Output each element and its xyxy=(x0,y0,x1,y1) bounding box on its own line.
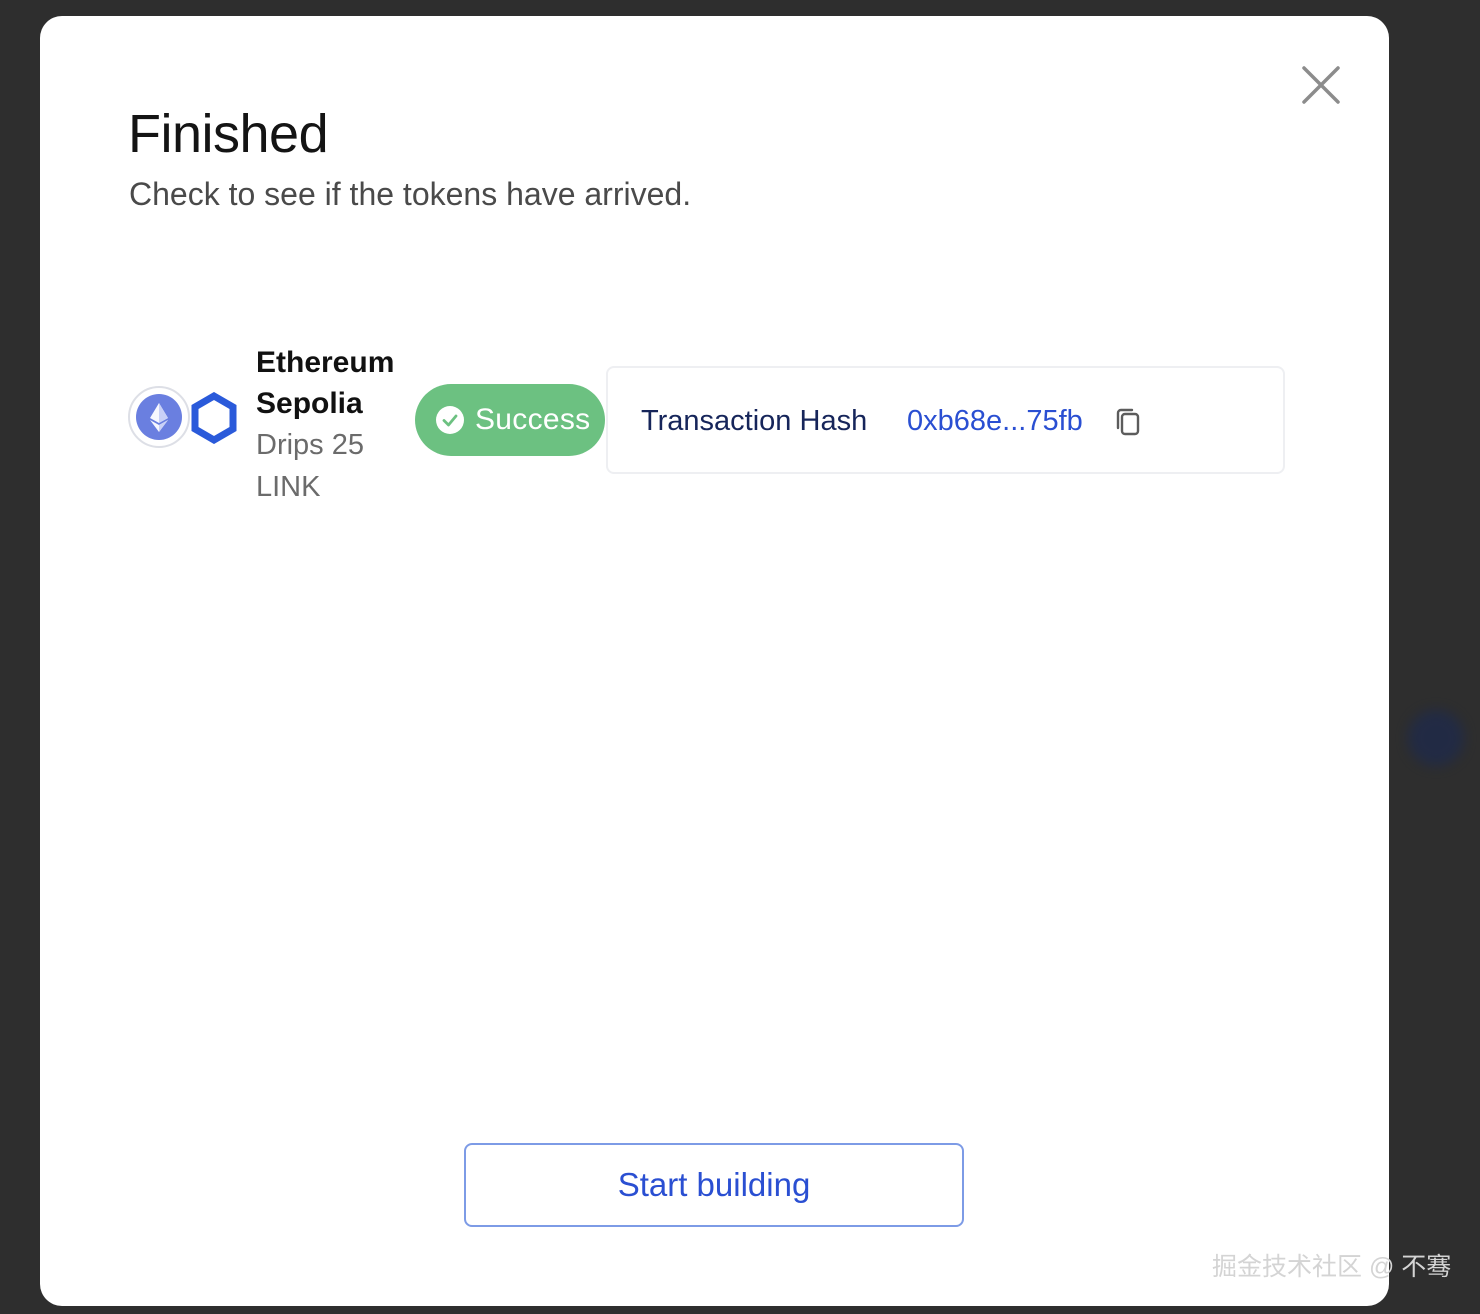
transaction-hash-label: Transaction Hash xyxy=(641,405,868,437)
transaction-hash-panel: Transaction Hash 0xb68e...75fb xyxy=(606,366,1285,474)
close-button[interactable] xyxy=(1298,62,1344,108)
check-circle-icon xyxy=(435,405,465,435)
network-icons xyxy=(128,386,248,450)
status-badge: Success xyxy=(415,384,605,456)
start-building-button[interactable]: Start building xyxy=(464,1143,964,1227)
network-name: Ethereum Sepolia xyxy=(256,346,395,420)
start-building-label: Start building xyxy=(617,1166,811,1203)
transaction-hash-link[interactable]: 0xb68e...75fb xyxy=(907,402,1083,440)
chainlink-icon xyxy=(190,392,238,444)
status-label: Success xyxy=(475,403,591,436)
backdrop-blur-element xyxy=(1408,710,1464,766)
ethereum-icon xyxy=(136,394,182,440)
modal-subtitle: Check to see if the tokens have arrived. xyxy=(129,176,692,212)
copy-icon[interactable] xyxy=(1114,406,1142,438)
faucet-result-modal: Finished Check to see if the tokens have… xyxy=(40,16,1389,1306)
drip-amount: Drips 25 LINK xyxy=(256,429,364,503)
close-icon xyxy=(1302,66,1340,104)
watermark: 掘金技术社区 @ 不骞 xyxy=(1212,1253,1452,1281)
modal-title: Finished xyxy=(128,104,329,164)
